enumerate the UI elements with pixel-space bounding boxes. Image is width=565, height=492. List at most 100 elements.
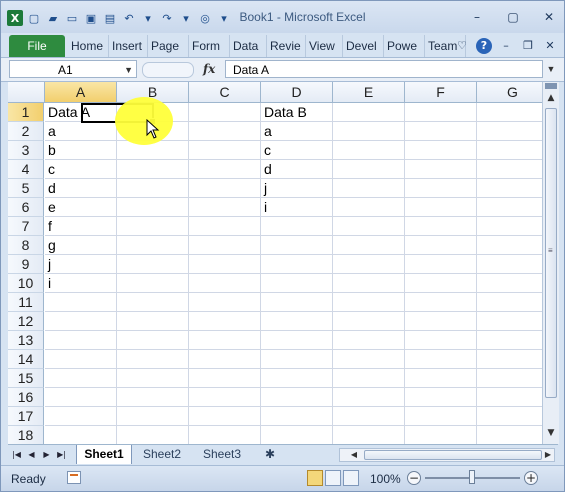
cell-a7[interactable]: f xyxy=(45,217,117,236)
last-sheet-icon[interactable]: ▶| xyxy=(55,448,68,462)
vertical-scroll-thumb[interactable]: ≡ xyxy=(545,108,557,398)
cell-a3[interactable]: b xyxy=(45,141,117,160)
view-buttons xyxy=(307,470,359,486)
horizontal-scrollbar[interactable]: ◀ ▶ xyxy=(339,448,555,462)
name-box[interactable]: A1 ▼ xyxy=(9,60,137,78)
tab-review[interactable]: Revie xyxy=(267,35,306,57)
row-header[interactable]: 9 xyxy=(8,255,44,274)
minimize-window-icon[interactable]: – xyxy=(498,38,514,54)
row-header[interactable]: 15 xyxy=(8,369,44,388)
mouse-pointer-icon xyxy=(146,119,160,139)
page-break-view-icon[interactable] xyxy=(343,470,359,486)
formula-bar-splitter[interactable] xyxy=(142,62,194,78)
row-header[interactable]: 7 xyxy=(8,217,44,236)
column-header-f[interactable]: F xyxy=(405,82,477,102)
row-header[interactable]: 4 xyxy=(8,160,44,179)
column-header-e[interactable]: E xyxy=(333,82,405,102)
record-macro-icon[interactable] xyxy=(67,471,81,484)
name-box-value: A1 xyxy=(58,63,73,77)
vertical-scrollbar[interactable]: ▲ ≡ ▼ xyxy=(542,82,559,444)
cell-d1[interactable]: Data B xyxy=(261,103,333,122)
minimize-ribbon-icon[interactable]: ♡ xyxy=(454,38,470,54)
tab-view[interactable]: View xyxy=(306,35,343,57)
sheet-tab-sheet2[interactable]: Sheet2 xyxy=(134,445,190,464)
cell-area[interactable]: Data A a b c d e f g j i Data B a c d j … xyxy=(45,103,542,444)
status-bar: Ready 100% − + xyxy=(1,465,564,491)
row-header[interactable]: 11 xyxy=(8,293,44,312)
ribbon-tabs: Home Insert Page Form Data Revie View De… xyxy=(68,35,466,57)
cell-a4[interactable]: c xyxy=(45,160,117,179)
cell-a5[interactable]: d xyxy=(45,179,117,198)
zoom-level[interactable]: 100% xyxy=(370,472,401,486)
ribbon: File Home Insert Page Form Data Revie Vi… xyxy=(1,33,564,58)
file-tab[interactable]: File xyxy=(9,35,65,57)
horizontal-scroll-thumb[interactable] xyxy=(364,450,542,460)
column-header-c[interactable]: C xyxy=(189,82,261,102)
row-header[interactable]: 2 xyxy=(8,122,44,141)
row-header[interactable]: 10 xyxy=(8,274,44,293)
column-header-d[interactable]: D xyxy=(261,82,333,102)
page-layout-view-icon[interactable] xyxy=(325,470,341,486)
sheet-tab-sheet3[interactable]: Sheet3 xyxy=(194,445,250,464)
column-headers: A B C D E F G xyxy=(8,82,542,103)
zoom-out-icon[interactable]: − xyxy=(407,471,421,485)
grip-icon: ≡ xyxy=(548,246,553,255)
sheet-tab-sheet1[interactable]: Sheet1 xyxy=(76,445,132,464)
tab-developer[interactable]: Devel xyxy=(343,35,384,57)
row-header[interactable]: 14 xyxy=(8,350,44,369)
scroll-down-icon[interactable]: ▼ xyxy=(544,426,558,440)
cell-a10[interactable]: i xyxy=(45,274,117,293)
row-header[interactable]: 17 xyxy=(8,407,44,426)
restore-window-icon[interactable]: ❐ xyxy=(520,38,536,54)
row-header[interactable]: 1 xyxy=(8,103,44,122)
minimize-icon[interactable]: – xyxy=(468,9,486,25)
tab-powerpivot[interactable]: Powe xyxy=(384,35,425,57)
worksheet-grid[interactable]: A B C D E F G 1 2 3 4 5 6 7 8 9 10 11 12… xyxy=(8,82,542,444)
scroll-left-icon[interactable]: ◀ xyxy=(348,449,360,461)
close-icon[interactable]: ✕ xyxy=(540,9,558,25)
maximize-icon[interactable]: ▢ xyxy=(504,9,522,25)
row-header[interactable]: 5 xyxy=(8,179,44,198)
cell-a2[interactable]: a xyxy=(45,122,117,141)
scroll-up-icon[interactable]: ▲ xyxy=(544,91,558,105)
select-all-corner[interactable] xyxy=(8,82,45,102)
cell-d3[interactable]: c xyxy=(261,141,333,160)
cell-d6[interactable]: i xyxy=(261,198,333,217)
tab-insert[interactable]: Insert xyxy=(109,35,148,57)
row-header[interactable]: 6 xyxy=(8,198,44,217)
column-header-g[interactable]: G xyxy=(477,82,542,102)
ribbon-right-controls: ♡ ? – ❐ ✕ xyxy=(454,38,558,54)
formula-input[interactable]: Data A xyxy=(225,60,543,78)
insert-sheet-icon[interactable]: ✱ xyxy=(260,445,280,464)
row-header[interactable]: 12 xyxy=(8,312,44,331)
cell-a6[interactable]: e xyxy=(45,198,117,217)
zoom-in-icon[interactable]: + xyxy=(524,471,538,485)
prev-sheet-icon[interactable]: ◀ xyxy=(25,448,38,462)
tab-page-layout[interactable]: Page xyxy=(148,35,189,57)
column-header-a[interactable]: A xyxy=(45,82,117,102)
row-header[interactable]: 8 xyxy=(8,236,44,255)
expand-formula-bar-icon[interactable]: ▼ xyxy=(544,60,558,78)
scroll-right-icon[interactable]: ▶ xyxy=(542,449,554,461)
insert-function-icon[interactable]: fx xyxy=(203,62,215,76)
cell-d4[interactable]: d xyxy=(261,160,333,179)
row-header[interactable]: 3 xyxy=(8,141,44,160)
row-header[interactable]: 18 xyxy=(8,426,44,444)
chevron-down-icon[interactable]: ▼ xyxy=(124,61,133,79)
cell-d2[interactable]: a xyxy=(261,122,333,141)
next-sheet-icon[interactable]: ▶ xyxy=(40,448,53,462)
cell-d5[interactable]: j xyxy=(261,179,333,198)
close-window-icon[interactable]: ✕ xyxy=(542,38,558,54)
first-sheet-icon[interactable]: |◀ xyxy=(10,448,23,462)
cell-a8[interactable]: g xyxy=(45,236,117,255)
cell-a9[interactable]: j xyxy=(45,255,117,274)
zoom-slider-thumb[interactable] xyxy=(469,470,475,484)
normal-view-icon[interactable] xyxy=(307,470,323,486)
help-icon[interactable]: ? xyxy=(476,38,492,54)
tab-home[interactable]: Home xyxy=(68,35,109,57)
tab-data[interactable]: Data xyxy=(230,35,267,57)
row-header[interactable]: 13 xyxy=(8,331,44,350)
row-header[interactable]: 16 xyxy=(8,388,44,407)
split-box[interactable] xyxy=(545,83,557,89)
tab-formulas[interactable]: Form xyxy=(189,35,230,57)
